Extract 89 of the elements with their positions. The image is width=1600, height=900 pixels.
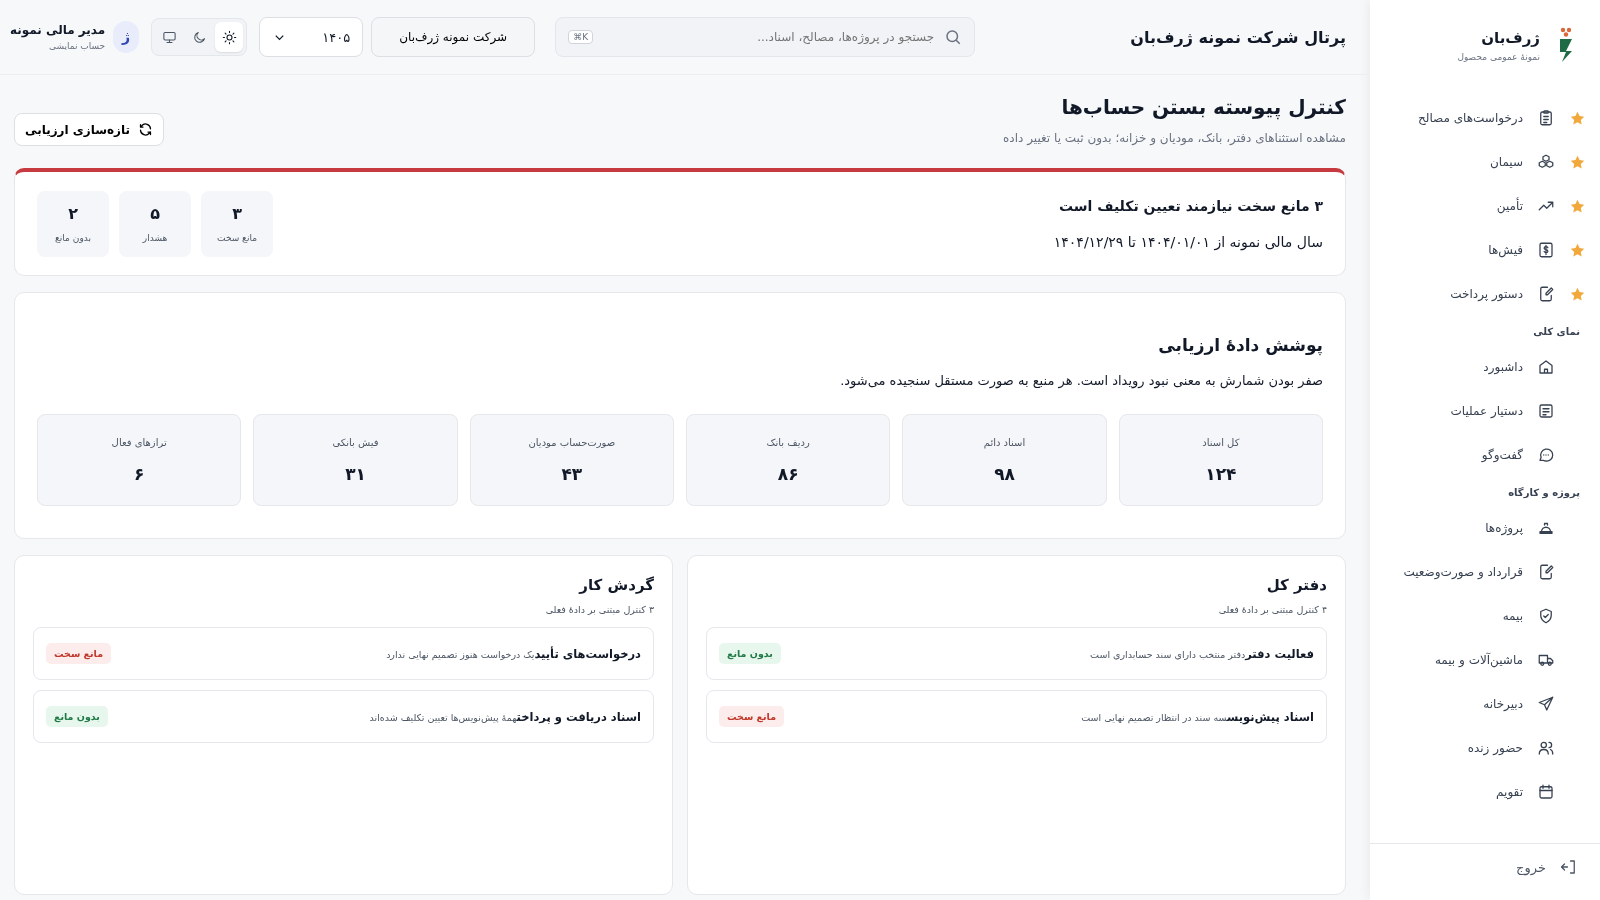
group-title: دفتر کل	[1265, 576, 1327, 594]
nav-item[interactable]: دستیار عملیات	[1384, 389, 1586, 433]
control-text: اسناد دریافت و پرداختهمهٔ پیش‌نویس‌ها تعیین تکلیف شده‌اند	[369, 709, 641, 724]
clipboard-icon	[1537, 109, 1555, 127]
nav-item[interactable]: تأمین	[1384, 184, 1586, 228]
monitor-icon	[161, 29, 177, 45]
nav-item[interactable]: دستور پرداخت	[1384, 272, 1586, 316]
metric-label: ترازهای فعال	[111, 436, 167, 448]
group-subtitle: ۴ کنترل مبتنی بر دادهٔ فعلی	[1217, 604, 1327, 615]
metric-value: ۱۲۴	[1205, 463, 1237, 484]
search-input[interactable]: جستجو در پروژه‌ها، مصالح، اسناد...	[601, 29, 937, 45]
nav-item[interactable]: گفت‌وگو	[1384, 433, 1586, 477]
control-text: اسناد پیش‌نویسسه سند در انتظار تصمیم نهایی است	[1081, 709, 1314, 724]
user-role: حساب نمایشی	[48, 41, 106, 51]
chat-icon	[1537, 446, 1555, 464]
section-heading: نمای کلی	[1532, 325, 1581, 339]
star-icon[interactable]	[1569, 241, 1586, 259]
metric-value: ۸۶	[777, 463, 799, 484]
stat-label: بدون مانع	[55, 233, 91, 243]
theme-option[interactable]	[215, 22, 244, 52]
star-icon[interactable]	[1569, 285, 1586, 303]
nav-item[interactable]: دبیرخانه	[1384, 682, 1586, 726]
star-icon[interactable]	[1569, 153, 1586, 171]
metric-label: کل اسناد	[1202, 436, 1240, 448]
shortcut-key: ⌘K	[568, 30, 594, 44]
nav-item[interactable]: تقویم	[1384, 770, 1586, 814]
stat-label: هشدار	[142, 233, 168, 243]
metric-label: اسناد دائم	[983, 436, 1026, 448]
users-icon	[1537, 739, 1555, 757]
status-badge: مانع سخت	[46, 643, 112, 664]
note-icon	[1537, 402, 1555, 420]
refresh-icon	[138, 122, 153, 137]
coverage-description: صفر بودن شمارش به معنی نبود رویداد است. هر منبع به صورت مستقل سنجیده می‌شود.	[839, 373, 1323, 388]
metric-value: ۴۳	[561, 463, 583, 484]
control-text: فعالیت دفتردفتر منتخب دارای سند حسابداری است	[1090, 646, 1314, 661]
search-icon	[944, 28, 963, 46]
metric-value: ۶	[134, 463, 145, 484]
shield-icon	[1537, 607, 1555, 625]
metric-label: ردیف بانک	[766, 436, 810, 448]
document-pen-icon	[1537, 563, 1555, 581]
stat-value: ۵	[150, 204, 160, 223]
brand-tagline: نمونهٔ عمومی محصول	[1457, 51, 1540, 62]
portal-title: پرتال شرکت نمونه ژرف‌بان	[1130, 27, 1346, 47]
star-icon[interactable]	[1569, 197, 1586, 215]
stat-label: مانع سخت	[217, 233, 257, 243]
page-title: کنترل پیوسته بستن حساب‌ها	[1060, 95, 1346, 119]
user-avatar[interactable]: ژ	[113, 21, 140, 53]
nav-item[interactable]: ماشین‌آلات و بیمه	[1384, 638, 1586, 682]
document-pen-icon	[1537, 285, 1555, 303]
nav-item[interactable]: پروژه‌ها	[1384, 506, 1586, 550]
company-selector[interactable]: شرکت نمونه ژرف‌بان	[371, 17, 536, 57]
page-subtitle: مشاهده استثناهای دفتر، بانک، مودیان و خزانه؛ بدون ثبت یا تغییر داده	[1003, 131, 1346, 145]
home-icon	[1537, 358, 1555, 376]
nav-item[interactable]: فیش‌ها	[1384, 228, 1586, 272]
fiscal-period: سال مالی نمونه از ۱۴۰۴/۰۱/۰۱ تا ۱۴۰۴/۱۲/۲۹	[1053, 233, 1323, 250]
metric-value: ۹۸	[994, 463, 1015, 484]
nav-item[interactable]: درخواست‌های مصالح	[1384, 96, 1586, 140]
nav-item[interactable]: قرارداد و صورت‌وضعیت	[1384, 550, 1586, 594]
metric-label: صورت‌حساب مودیان	[528, 436, 616, 448]
control-text: درخواست‌های تأییدیک درخواست هنوز تصمیم نهایی ندارد	[386, 646, 641, 661]
logout-link[interactable]: خروج	[1370, 843, 1600, 900]
stat-value: ۲	[68, 204, 78, 223]
brand-name: ژرف‌بان	[1480, 28, 1540, 47]
status-badge: مانع سخت	[719, 706, 785, 727]
star-icon[interactable]	[1569, 109, 1586, 127]
cubes-icon	[1537, 153, 1555, 171]
user-name: مدیر مالی نمونه	[10, 23, 106, 37]
sun-icon	[221, 29, 237, 45]
stat-value: ۳	[232, 204, 242, 223]
nav-item[interactable]: حضور زنده	[1384, 726, 1586, 770]
refresh-button[interactable]: تازه‌سازی ارزیابی	[14, 113, 164, 146]
section-heading: پروژه و کارگاه	[1507, 486, 1581, 501]
send-icon	[1537, 695, 1555, 713]
nav-item[interactable]: سیمان	[1384, 140, 1586, 184]
metric-value: ۳۱	[345, 463, 366, 484]
logout-icon	[1560, 858, 1578, 876]
group-subtitle: ۳ کنترل مبتنی بر دادهٔ فعلی	[544, 604, 654, 615]
status-badge: بدون مانع	[719, 643, 781, 664]
nav-item[interactable]: داشبورد	[1384, 345, 1586, 389]
nav-item[interactable]: بیمه	[1384, 594, 1586, 638]
calendar-icon	[1537, 783, 1555, 801]
metric-label: فیش بانکی	[332, 436, 379, 448]
dollar-icon	[1537, 241, 1555, 259]
moon-icon	[191, 29, 207, 45]
alert-title: ۳ مانع سخت نیازمند تعیین تکلیف است	[1057, 197, 1323, 214]
year-select[interactable]: ۱۴۰۵	[259, 17, 364, 57]
coverage-title: پوشش دادهٔ ارزیابی	[1157, 335, 1323, 355]
group-title: گردش کار	[577, 576, 654, 594]
status-badge: بدون مانع	[46, 706, 108, 727]
